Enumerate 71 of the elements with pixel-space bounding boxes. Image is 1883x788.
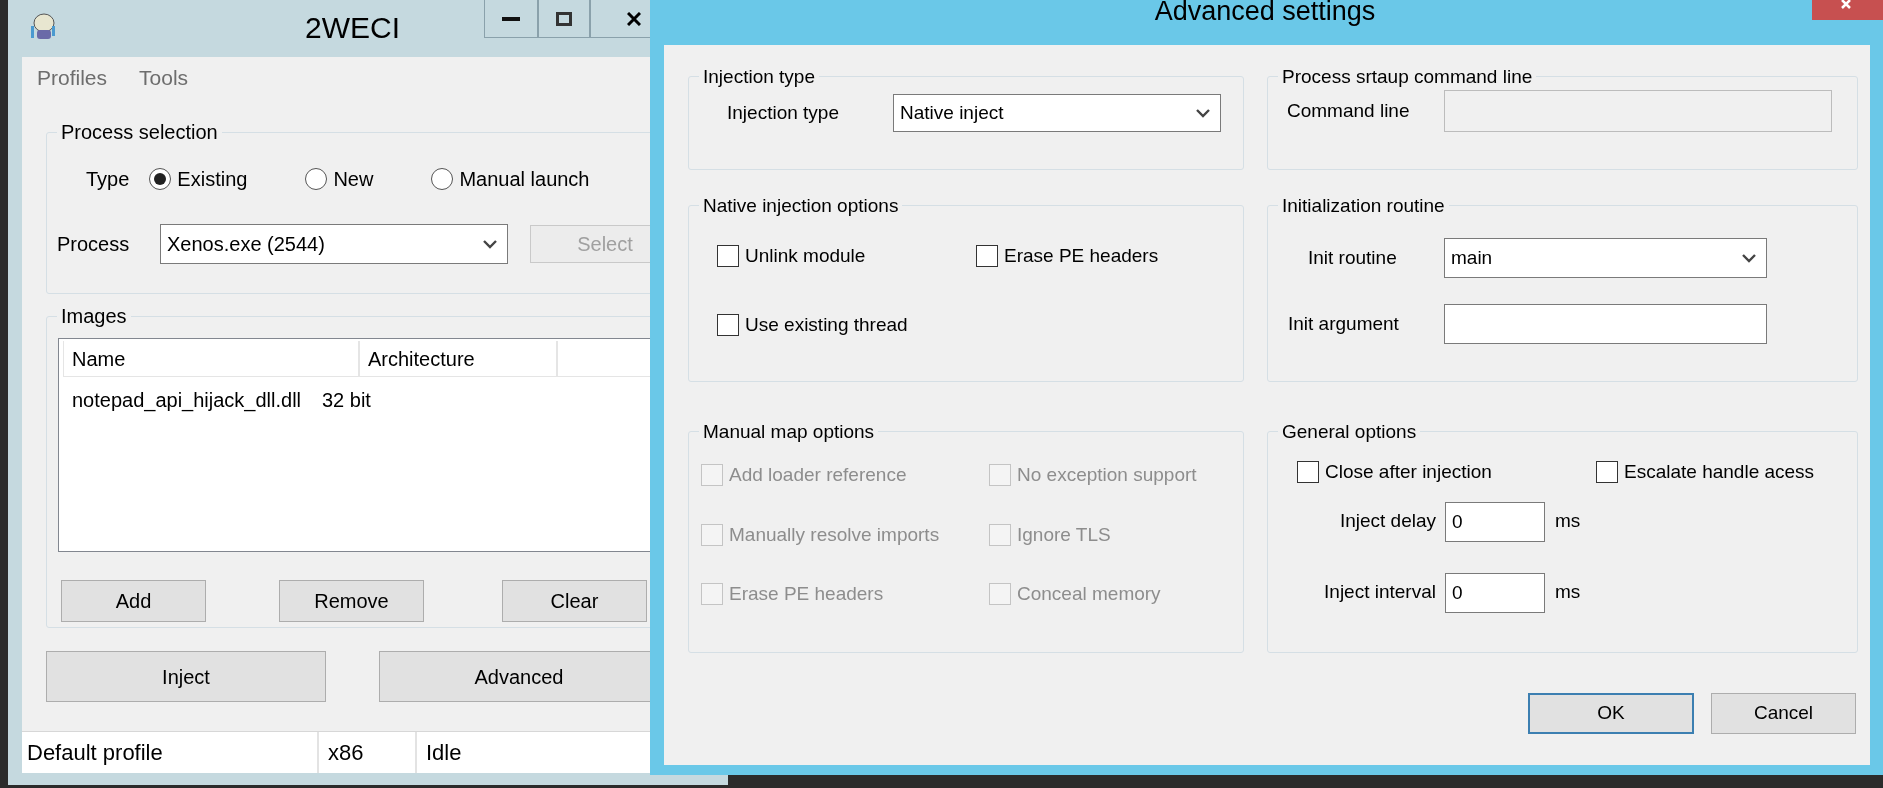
- checkbox-label: Conceal memory: [1017, 582, 1161, 606]
- checkbox-label: Unlink module: [745, 244, 866, 268]
- injection-type-dropdown[interactable]: Native inject: [893, 94, 1221, 132]
- checkbox-label: Ignore TLS: [1017, 522, 1111, 547]
- status-text: Default profile: [27, 739, 163, 767]
- checkbox-label: Close after injection: [1325, 460, 1492, 484]
- checkbox-label: Erase PE headers: [1004, 244, 1159, 268]
- field-label: Process: [57, 232, 131, 257]
- field-label: Init routine: [1308, 245, 1398, 270]
- checkbox[interactable]: [717, 313, 739, 336]
- field-label: Command line: [1287, 98, 1411, 123]
- window-title: 2WECI: [305, 10, 400, 46]
- group-title: Injection type: [702, 67, 816, 86]
- group-title: Initialization routine: [1281, 196, 1446, 215]
- group-title: Manual map options: [702, 422, 876, 441]
- radio-label: New: [333, 167, 374, 192]
- checkbox-label: No exception support: [1017, 463, 1197, 487]
- group-title: Process srtaup command line: [1281, 67, 1534, 86]
- checkbox-label: Manually resolve imports: [729, 522, 940, 547]
- checkbox-label: Add loader reference: [729, 463, 907, 487]
- group-title: General options: [1281, 422, 1418, 441]
- process-dropdown[interactable]: Xenos.exe (2544): [160, 224, 508, 264]
- minimize-button[interactable]: [484, 0, 538, 38]
- dialog-button[interactable]: OK: [1528, 693, 1694, 734]
- menu-item[interactable]: Profiles: [37, 62, 108, 117]
- list-button[interactable]: Remove: [279, 580, 424, 622]
- field-label: Type: [86, 167, 130, 192]
- list-cell-text: notepad_api_hijack_dll.dll: [72, 388, 303, 414]
- checkbox[interactable]: [717, 245, 739, 268]
- unit-label: ms: [1555, 509, 1581, 534]
- app-icon: [28, 12, 58, 42]
- list-cell-text: 32 bit: [322, 388, 371, 413]
- radio-label: Existing: [177, 167, 248, 192]
- checkbox-label: Erase PE headers: [729, 582, 884, 606]
- close-icon: [627, 11, 641, 26]
- list-button[interactable]: Add: [61, 580, 206, 622]
- radio-button[interactable]: [305, 168, 328, 190]
- checkbox[interactable]: [976, 245, 998, 268]
- checkbox[interactable]: [1596, 461, 1618, 484]
- checkbox-label: Use existing thread: [745, 312, 908, 337]
- menu-item[interactable]: Tools: [139, 62, 189, 117]
- action-button[interactable]: Inject: [46, 651, 326, 702]
- list-button[interactable]: Clear: [502, 580, 647, 622]
- checkbox[interactable]: [1297, 461, 1319, 484]
- group-title: Native injection options: [702, 196, 900, 215]
- field-label: Inject delay: [1338, 509, 1437, 534]
- dropdown-value: Xenos.exe (2544): [167, 232, 325, 257]
- column-header[interactable]: Name: [63, 341, 359, 377]
- status-text: x86: [328, 739, 364, 767]
- field-label: Init argument: [1288, 311, 1400, 336]
- unit-label: ms: [1555, 580, 1581, 605]
- maximize-button[interactable]: [538, 0, 590, 38]
- radio-button[interactable]: [431, 168, 454, 190]
- field-label: Inject interval: [1323, 580, 1437, 605]
- init-argument-field[interactable]: [1444, 304, 1767, 344]
- group-title: Images: [60, 306, 128, 326]
- maximize-icon: [556, 11, 572, 26]
- status-text: Idle: [426, 739, 462, 767]
- number-field[interactable]: 0: [1445, 501, 1545, 542]
- number-field[interactable]: 0: [1445, 572, 1545, 613]
- field-label: Injection type: [727, 100, 840, 125]
- minimize-icon: [502, 15, 520, 22]
- group-title: Process selection: [60, 122, 219, 142]
- dropdown-value: main: [1451, 245, 1493, 270]
- column-header[interactable]: Architecture: [359, 341, 557, 377]
- dialog-button[interactable]: Cancel: [1711, 693, 1856, 734]
- init-routine-dropdown[interactable]: main: [1444, 238, 1767, 278]
- dropdown-value: Native inject: [900, 100, 1004, 125]
- radio-label: Manual launch: [459, 167, 590, 192]
- checkbox-label: Escalate handle acess: [1624, 460, 1815, 484]
- radio-button[interactable]: [149, 168, 172, 190]
